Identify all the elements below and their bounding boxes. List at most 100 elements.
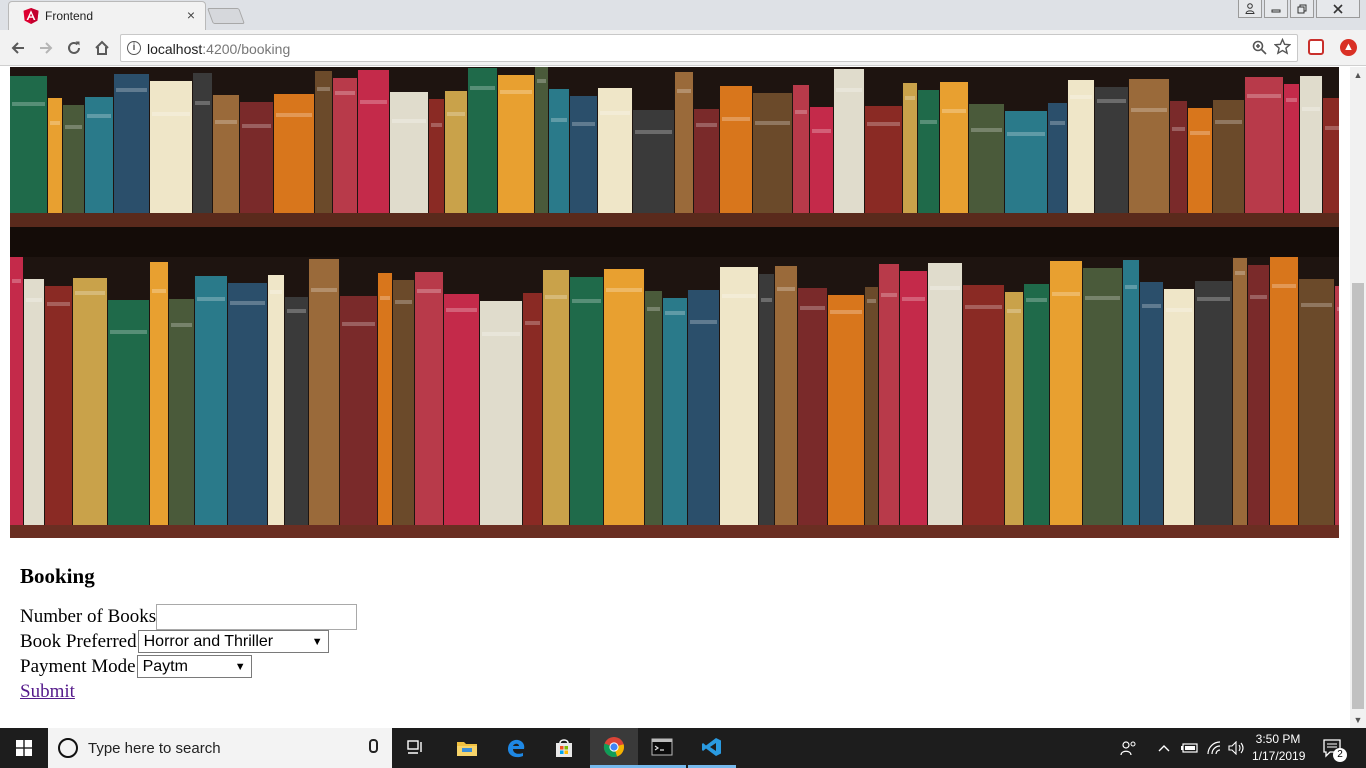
scrollbar-thumb[interactable] [1352, 283, 1364, 709]
book-spine-band [1247, 94, 1281, 98]
profile-button[interactable] [1238, 0, 1262, 18]
book-spine-band [572, 299, 601, 303]
reload-button[interactable] [64, 38, 84, 58]
book-spine [828, 295, 864, 525]
book-spine [1270, 257, 1298, 525]
book-spine [675, 72, 693, 213]
book-spine-band [777, 287, 795, 291]
book-spine-band [1250, 295, 1267, 299]
store-button[interactable] [540, 728, 588, 768]
terminal-button[interactable] [638, 728, 686, 768]
address-bar[interactable]: i localhost:4200/booking [120, 34, 1298, 62]
book-spine [598, 88, 632, 213]
book-spine-band [270, 290, 282, 294]
book-spine [963, 285, 1004, 525]
book-spine-band [1302, 107, 1320, 111]
book-preferred-label: Book Preferred [20, 630, 137, 652]
book-spine [150, 81, 192, 213]
book-spine-band [447, 112, 465, 116]
page-viewport: Booking Number of Books Book Preferred H… [0, 67, 1350, 728]
book-spine [1123, 260, 1139, 525]
book-spine-band [647, 307, 660, 311]
book-spine-band [215, 120, 237, 124]
book-spine-band [12, 102, 45, 106]
book-spine-band [242, 124, 271, 128]
book-spine-band [606, 288, 642, 292]
back-button[interactable] [8, 38, 28, 58]
people-icon [1120, 741, 1136, 756]
file-explorer-button[interactable] [443, 728, 491, 768]
books-count-label: Number of Books [20, 605, 157, 627]
url-text[interactable]: localhost:4200/booking [147, 41, 290, 57]
zoom-icon[interactable] [1252, 40, 1267, 55]
book-spine-band [1286, 98, 1297, 102]
taskbar-search[interactable]: Type here to search [48, 728, 392, 768]
restore-button[interactable] [1290, 0, 1314, 18]
submit-link[interactable]: Submit [20, 681, 75, 703]
star-icon[interactable] [1274, 38, 1291, 55]
browser-tab[interactable]: Frontend × [8, 1, 206, 30]
scroll-up-icon[interactable]: ▲ [1350, 67, 1366, 83]
book-spine [150, 262, 168, 525]
submit-row: Submit [20, 679, 357, 704]
battery-button[interactable] [1181, 728, 1199, 768]
close-window-button[interactable] [1316, 0, 1360, 18]
book-spine-band [470, 86, 495, 90]
payment-mode-select[interactable]: Paytm ▼ [136, 655, 252, 678]
minimize-button[interactable] [1264, 0, 1288, 18]
book-spine [720, 267, 758, 525]
book-spine-band [287, 309, 306, 313]
books-count-input[interactable] [156, 603, 358, 630]
wifi-button[interactable] [1206, 728, 1222, 768]
mic-icon[interactable] [369, 739, 378, 753]
book-spine [903, 83, 917, 213]
reload-icon [68, 41, 80, 54]
book-spine-band [1325, 126, 1339, 130]
book-spine-band [795, 110, 807, 114]
forward-icon [40, 42, 53, 54]
taskbar-clock[interactable]: 3:50 PM 1/17/2019 [1252, 731, 1305, 765]
book-spine [193, 73, 212, 213]
book-spine-band [417, 289, 441, 293]
vscode-button[interactable] [688, 728, 736, 768]
book-spine [274, 94, 314, 213]
book-spine-band [836, 88, 862, 92]
book-spine-band [930, 286, 960, 290]
book-spine [918, 90, 939, 213]
book-spine-band [920, 120, 937, 124]
book-spine-band [1166, 308, 1192, 312]
book-spine-band [881, 293, 897, 297]
volume-button[interactable] [1228, 728, 1246, 768]
notification-count-badge: 2 [1333, 748, 1347, 762]
home-button[interactable] [92, 38, 112, 58]
book-preferred-value: Horror and Thriller [143, 632, 274, 650]
book-spine [1233, 258, 1247, 525]
edge-button[interactable] [492, 728, 540, 768]
info-icon[interactable]: i [127, 41, 141, 55]
new-tab-button[interactable] [207, 8, 245, 24]
task-view-icon [407, 740, 422, 754]
browser-titlebar: Frontend × [0, 0, 1366, 30]
task-view-button[interactable] [392, 728, 440, 768]
book-spine-band [1190, 131, 1210, 135]
start-button[interactable] [0, 728, 48, 768]
dropdown-arrow-icon: ▼ [311, 635, 323, 648]
chrome-button[interactable] [590, 728, 638, 768]
books-count-row: Number of Books [20, 603, 358, 630]
pocket-icon[interactable] [1308, 39, 1324, 55]
book-preferred-select[interactable]: Horror and Thriller ▼ [137, 630, 329, 653]
show-hidden-icons-button[interactable] [1158, 728, 1170, 768]
extension-icon[interactable]: ▲ [1340, 39, 1357, 56]
book-spine-band [525, 321, 540, 325]
book-spine-band [195, 101, 210, 105]
people-button[interactable] [1120, 728, 1138, 768]
book-spine [114, 74, 149, 213]
forward-button[interactable] [36, 38, 56, 58]
book-spine-band [342, 322, 375, 326]
book-spine [1213, 100, 1244, 213]
vertical-scrollbar[interactable]: ▲ ▼ [1350, 67, 1366, 728]
scroll-down-icon[interactable]: ▼ [1350, 712, 1366, 728]
book-spine [1188, 108, 1212, 213]
tab-close-button[interactable]: × [187, 7, 195, 23]
book-spine-band [1097, 99, 1126, 103]
